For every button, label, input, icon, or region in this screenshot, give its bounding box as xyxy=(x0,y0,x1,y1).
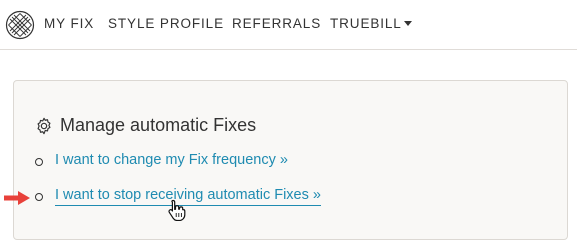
caret-down-icon xyxy=(403,21,412,26)
bullet-icon xyxy=(35,193,43,201)
red-arrow-icon xyxy=(4,191,30,205)
bullet-icon xyxy=(35,158,43,166)
top-nav: MY FIX STYLE PROFILE REFERRALS TRUEBILL xyxy=(0,0,577,50)
stop-automatic-fixes-link[interactable]: I want to stop receiving automatic Fixes… xyxy=(55,187,321,206)
card-title: Manage automatic Fixes xyxy=(60,115,257,135)
nav-item-my-fix[interactable]: MY FIX xyxy=(44,16,94,31)
stitch-fix-logo-icon[interactable] xyxy=(5,10,35,40)
change-frequency-link[interactable]: I want to change my Fix frequency » xyxy=(55,152,288,168)
nav-item-truebill[interactable]: TRUEBILL xyxy=(330,16,412,31)
nav-item-truebill-label: TRUEBILL xyxy=(330,16,402,31)
nav-item-referrals[interactable]: REFERRALS xyxy=(232,16,321,31)
hand-pointer-cursor-icon xyxy=(168,199,186,221)
gear-icon xyxy=(37,117,51,135)
manage-automatic-fixes-card: Manage automatic Fixes I want to change … xyxy=(13,80,568,240)
nav-item-style-profile[interactable]: STYLE PROFILE xyxy=(108,16,224,31)
